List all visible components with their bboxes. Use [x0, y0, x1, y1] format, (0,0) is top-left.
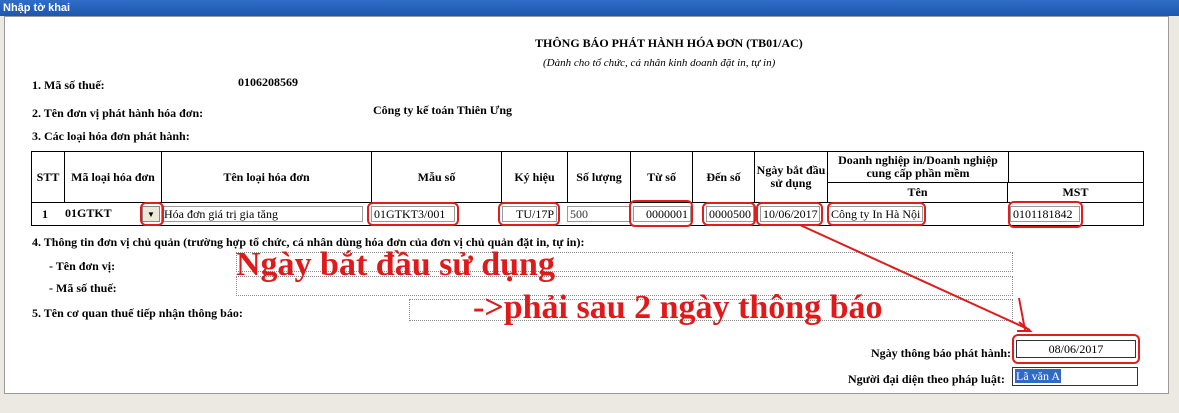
- vertical-scrollbar[interactable]: [1173, 16, 1179, 394]
- annotation-arrow: [799, 224, 1033, 332]
- arrow-line-1: [799, 224, 1031, 331]
